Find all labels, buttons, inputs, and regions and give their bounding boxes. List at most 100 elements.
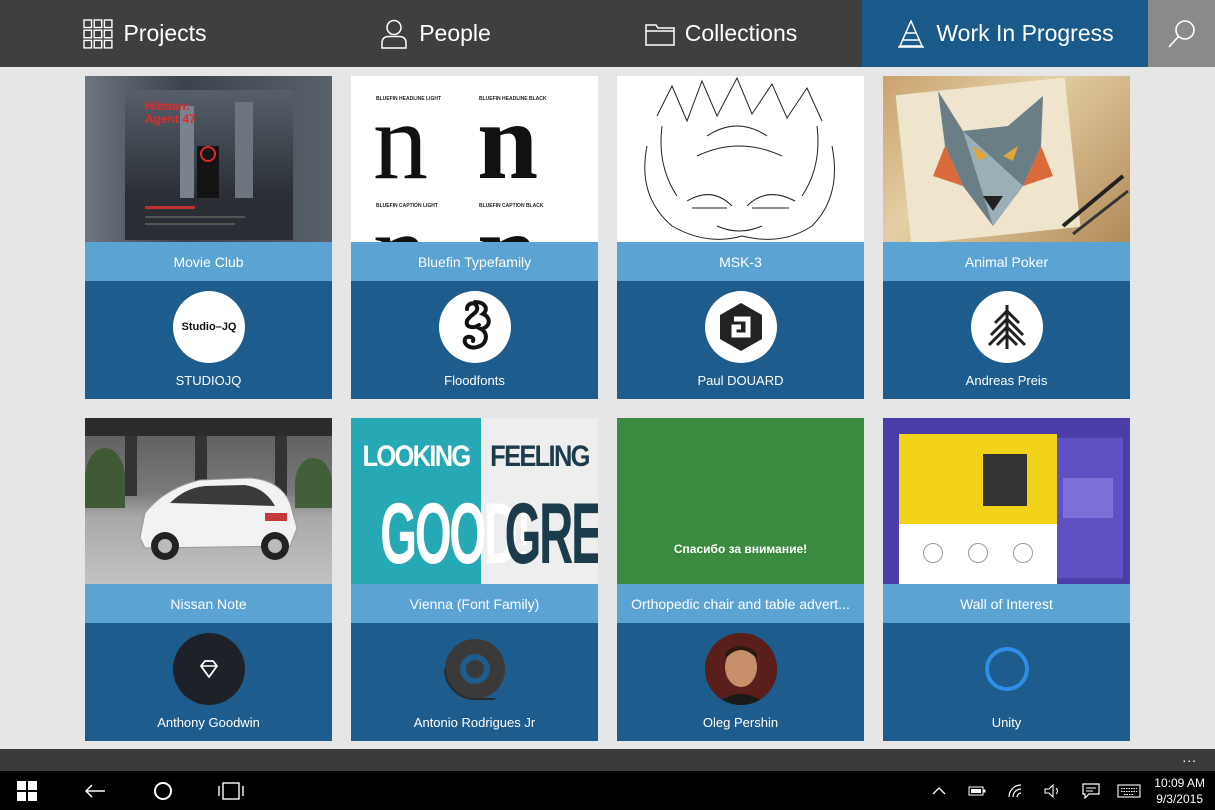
project-thumbnail (883, 418, 1130, 584)
back-button[interactable] (80, 771, 110, 810)
project-title: Wall of Interest (883, 584, 1130, 623)
chevron-up-icon (932, 786, 946, 794)
start-button[interactable] (12, 771, 42, 810)
back-arrow-icon (84, 783, 105, 798)
project-card[interactable]: Спасибо за внимание! Orthopedic chair an… (617, 418, 864, 741)
more-options-button[interactable]: ... (1182, 749, 1197, 765)
project-card[interactable]: MSK-3 Paul DOUARD (617, 76, 864, 399)
taskbar: 10:09 AM 9/3/2015 (0, 771, 1215, 810)
avatar (971, 633, 1043, 705)
wifi-icon (1008, 783, 1022, 797)
tab-label: Collections (684, 20, 798, 46)
owner-name[interactable]: Antonio Rodrigues Jr (351, 715, 598, 730)
app-bar: ... (0, 749, 1215, 771)
movie-poster-title: Hitman: Agent 47 (145, 99, 196, 126)
top-navigation: Projects People Collections Work In Prog… (0, 0, 1215, 67)
project-card[interactable]: Animal Poker Andreas Preis (883, 76, 1130, 399)
owner-name[interactable]: STUDIOJQ (85, 373, 332, 388)
project-card[interactable]: Hitman: Agent 47 Movie Club Studio–JQ ST… (85, 76, 332, 399)
glyph-n-light: n (373, 80, 428, 202)
floodfonts-logo-icon (462, 300, 491, 350)
avatar (173, 633, 245, 705)
tab-work-in-progress[interactable]: Work In Progress (862, 0, 1148, 67)
project-thumbnail: BLUEFIN HEADLINE LIGHT BLUEFIN HEADLINE … (351, 76, 598, 242)
wip-icon (896, 19, 926, 49)
system-clock[interactable]: 10:09 AM 9/3/2015 (1154, 775, 1205, 807)
volume-indicator[interactable] (1042, 771, 1064, 810)
owner-name[interactable]: Andreas Preis (883, 373, 1130, 388)
owner-name[interactable]: Paul DOUARD (617, 373, 864, 388)
project-card[interactable]: Nissan Note Anthony Goodwin (85, 418, 332, 741)
grid-icon (83, 18, 114, 49)
car-image (139, 477, 298, 560)
clock-time: 10:09 AM (1154, 776, 1205, 790)
diamond-logo-icon (199, 660, 219, 678)
network-indicator[interactable] (1006, 771, 1028, 810)
glyph-n-caption-black: n (477, 196, 538, 242)
poster-word: GOOD! (380, 484, 531, 584)
geometric-logo-icon (987, 305, 1027, 349)
thank-you-text: Спасибо за внимание! (673, 542, 808, 556)
project-grid: Hitman: Agent 47 Movie Club Studio–JQ ST… (85, 76, 1130, 742)
tab-people[interactable]: People (290, 0, 580, 67)
tab-collections[interactable]: Collections (580, 0, 862, 67)
windows-icon (17, 780, 37, 801)
speaker-icon (1044, 783, 1059, 798)
notification-icon (1082, 782, 1100, 799)
tab-label: Projects (123, 20, 207, 46)
avatar (705, 291, 777, 363)
glyph-n-black: n (477, 80, 539, 202)
owner-name[interactable]: Oleg Pershin (617, 715, 864, 730)
task-view-button[interactable] (216, 771, 246, 810)
project-title: Nissan Note (85, 584, 332, 623)
cortana-button[interactable] (148, 771, 178, 810)
project-title: Bluefin Typefamily (351, 242, 598, 281)
project-card[interactable]: BLUEFIN HEADLINE LIGHT BLUEFIN HEADLINE … (351, 76, 598, 399)
tab-projects[interactable]: Projects (0, 0, 290, 67)
project-thumbnail (85, 418, 332, 584)
project-thumbnail: Hitman: Agent 47 (85, 76, 332, 242)
avatar-text: Studio–JQ (181, 321, 237, 333)
project-thumbnail: LOOKING FEELING GOOD! GREAT! (351, 418, 598, 584)
project-title: Animal Poker (883, 242, 1130, 281)
poster-word: LOOKING (362, 440, 471, 473)
project-title: Vienna (Font Family) (351, 584, 598, 623)
avatar (705, 633, 777, 705)
sketch-drawing (644, 76, 835, 240)
project-title: Movie Club (85, 242, 332, 281)
ring-logo-icon (444, 639, 505, 700)
search-button[interactable] (1148, 0, 1215, 67)
glyph-n-caption-light: n (373, 196, 428, 242)
battery-indicator[interactable] (966, 771, 988, 810)
tab-label: People (419, 20, 491, 46)
project-thumbnail: Спасибо за внимание! (617, 418, 864, 584)
tab-label: Work In Progress (936, 20, 1114, 46)
avatar (439, 291, 511, 363)
avatar: Studio–JQ (173, 291, 245, 363)
search-icon (1167, 19, 1197, 49)
cortana-circle-icon (154, 781, 172, 800)
poster-word: GREAT! (504, 486, 598, 582)
folder-icon (645, 19, 675, 49)
user-photo (705, 633, 777, 705)
project-title: MSK-3 (617, 242, 864, 281)
owner-name[interactable]: Unity (883, 715, 1130, 730)
owner-name[interactable]: Floodfonts (351, 373, 598, 388)
hexagon-logo-icon (720, 303, 762, 351)
action-center-button[interactable] (1080, 771, 1102, 810)
clock-date: 9/3/2015 (1156, 792, 1203, 806)
project-thumbnail (617, 76, 864, 242)
show-hidden-icons-button[interactable] (930, 771, 948, 810)
project-card[interactable]: LOOKING FEELING GOOD! GREAT! Vienna (Fon… (351, 418, 598, 741)
person-icon (379, 19, 409, 49)
project-card[interactable]: Wall of Interest Unity (883, 418, 1130, 741)
avatar (971, 291, 1043, 363)
poster-word: FEELING (490, 440, 590, 473)
project-thumbnail (883, 76, 1130, 242)
touch-keyboard-button[interactable] (1116, 771, 1142, 810)
project-title: Orthopedic chair and table advert... (617, 584, 864, 623)
avatar (439, 633, 511, 705)
owner-name[interactable]: Anthony Goodwin (85, 715, 332, 730)
ring-icon (985, 647, 1029, 691)
keyboard-icon (1117, 783, 1141, 798)
